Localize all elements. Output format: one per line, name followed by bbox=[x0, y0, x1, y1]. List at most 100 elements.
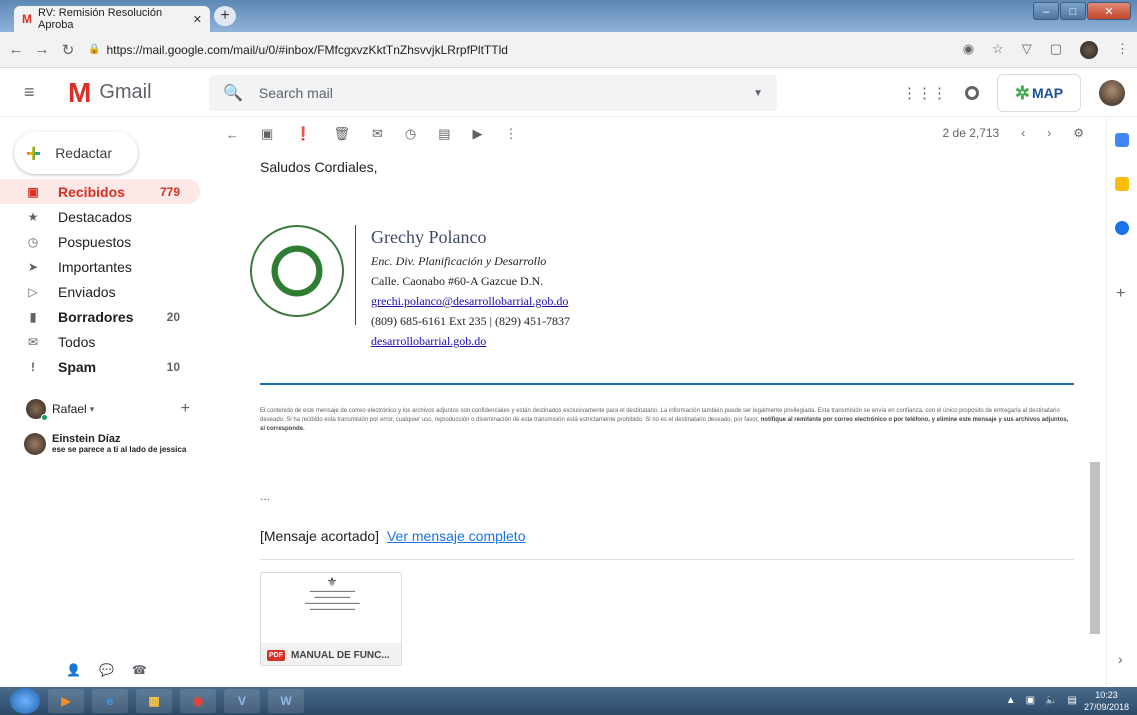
search-icon[interactable]: 🔍 bbox=[223, 83, 243, 103]
close-tab-icon[interactable]: ✕ bbox=[193, 13, 202, 26]
keep-icon[interactable] bbox=[1115, 177, 1129, 191]
label-icon[interactable]: ▶ bbox=[473, 126, 483, 142]
taskbar-clock[interactable]: 10:23 27/09/2018 bbox=[1084, 689, 1129, 713]
url-text: https://mail.google.com/mail/u/0/#inbox/… bbox=[106, 42, 508, 57]
important-icon: ➤ bbox=[27, 259, 39, 274]
newer-chevron-icon[interactable]: › bbox=[1047, 126, 1051, 140]
spam-count: 10 bbox=[166, 359, 180, 374]
forward-arrow-icon[interactable]: → bbox=[32, 41, 52, 58]
clock-icon: ◷ bbox=[27, 234, 39, 249]
close-window-button[interactable]: ✕ bbox=[1087, 2, 1131, 20]
draft-icon: ▮ bbox=[29, 309, 37, 324]
expand-panel-chevron-icon[interactable]: › bbox=[1118, 651, 1123, 667]
attachment-footer: PDF MANUAL DE FUNC... bbox=[261, 643, 401, 665]
chrome-icon[interactable]: ◉ bbox=[180, 689, 216, 713]
email-signature: Grechy Polanco Enc. Div. Planificación y… bbox=[250, 225, 1070, 365]
attachment-card[interactable]: ⚜ ━━━━━━━━━━━━━━━ ━━━━━━━━━━━━ ━━━━━━━━━━━… bbox=[260, 572, 402, 666]
organization-seal-logo bbox=[250, 225, 344, 317]
phone-icon[interactable]: ☎ bbox=[132, 663, 147, 677]
clock-date: 27/09/2018 bbox=[1083, 702, 1129, 712]
pocket-icon[interactable]: ▽ bbox=[1022, 41, 1032, 59]
file-explorer-icon[interactable]: ▦ bbox=[136, 689, 172, 713]
signature-email-link[interactable]: grechi.polanco@desarrollobarrial.gob.do bbox=[371, 294, 568, 308]
url-field[interactable]: 🔒 https://mail.google.com/mail/u/0/#inbo… bbox=[88, 43, 508, 57]
more-options-icon[interactable]: ⋮ bbox=[505, 126, 518, 142]
bookmark-star-icon[interactable]: ☆ bbox=[992, 41, 1004, 59]
maximize-button[interactable]: □ bbox=[1060, 2, 1086, 20]
menu-dots-icon[interactable]: ⋮ bbox=[1116, 41, 1129, 59]
archive-icon[interactable]: ▣ bbox=[261, 126, 273, 142]
gmail-logo-icon[interactable]: M bbox=[68, 77, 91, 109]
chevron-down-icon[interactable]: ▾ bbox=[90, 404, 95, 415]
browser-tab[interactable]: M RV: Remisión Resolución Aproba ✕ bbox=[14, 6, 210, 32]
tray-arrow-icon[interactable]: ▲ bbox=[1006, 695, 1016, 706]
header-right: ⋮⋮⋮ ✲ MAP bbox=[902, 74, 1125, 112]
sidebar-item-recibidos[interactable]: ▣ Recibidos 779 bbox=[0, 179, 200, 204]
extension-icon[interactable]: ▢ bbox=[1050, 41, 1062, 59]
hangouts-user[interactable]: Rafael ▾ + bbox=[26, 399, 190, 421]
back-to-inbox-icon[interactable]: ← bbox=[226, 127, 239, 142]
account-avatar[interactable] bbox=[1099, 80, 1125, 106]
media-player-icon[interactable]: ▶ bbox=[48, 689, 84, 713]
message-body: Saludos Cordiales, Grechy Polanco Enc. D… bbox=[210, 151, 1082, 687]
reload-icon[interactable]: ↻ bbox=[58, 41, 78, 59]
apps-grid-icon[interactable]: ⋮⋮⋮ bbox=[902, 84, 947, 102]
message-scrollbar[interactable] bbox=[1090, 462, 1100, 634]
unread-count: 779 bbox=[159, 184, 180, 199]
sidebar-item-pospuestos[interactable]: ◷ Pospuestos bbox=[0, 229, 200, 254]
sidebar-item-importantes[interactable]: ➤ Importantes bbox=[0, 254, 200, 279]
visio-icon[interactable]: V bbox=[224, 689, 260, 713]
calendar-icon[interactable] bbox=[1115, 133, 1129, 147]
start-button[interactable] bbox=[10, 688, 40, 714]
delete-icon[interactable]: 🗑 bbox=[333, 126, 350, 142]
compose-label: Redactar bbox=[55, 145, 112, 161]
sidebar-item-borradores[interactable]: ▮ Borradores 20 bbox=[0, 304, 200, 329]
main-menu-icon[interactable]: ≡ bbox=[24, 82, 46, 103]
older-chevron-icon[interactable]: ‹ bbox=[1021, 126, 1025, 140]
avatar bbox=[24, 433, 46, 455]
minimize-button[interactable]: – bbox=[1033, 2, 1059, 20]
map-org-logo[interactable]: ✲ MAP bbox=[997, 74, 1081, 112]
contacts-person-icon[interactable]: 👤 bbox=[66, 663, 81, 677]
chat-bubble-icon[interactable]: 💬 bbox=[99, 663, 114, 677]
attachment-preview-thumbnail: ⚜ ━━━━━━━━━━━━━━━ ━━━━━━━━━━━━ ━━━━━━━━━━━… bbox=[261, 573, 401, 643]
window-controls: – □ ✕ bbox=[1033, 2, 1131, 20]
signature-name: Grechy Polanco bbox=[371, 227, 487, 247]
notifications-icon[interactable] bbox=[965, 86, 979, 100]
search-options-icon[interactable]: ▼ bbox=[753, 88, 763, 99]
mark-unread-icon[interactable]: ✉ bbox=[372, 126, 383, 142]
new-tab-button[interactable]: + bbox=[214, 6, 236, 26]
tasks-icon[interactable] bbox=[1115, 221, 1129, 235]
report-spam-icon[interactable]: ❗ bbox=[295, 126, 311, 142]
sidebar-item-destacados[interactable]: ★ Destacados bbox=[0, 204, 200, 229]
sidebar-item-enviados[interactable]: ▷ Enviados bbox=[0, 279, 200, 304]
display-icon[interactable]: ▤ bbox=[1068, 695, 1077, 706]
view-full-message-link[interactable]: Ver mensaje completo bbox=[387, 528, 526, 544]
settings-gear-icon[interactable]: ⚙ bbox=[1073, 126, 1084, 140]
sidebar-item-spam[interactable]: ! Spam 10 bbox=[0, 354, 200, 379]
gmail-header: ≡ M Gmail 🔍 Search mail ▼ ⋮⋮⋮ ✲ MAP bbox=[0, 69, 1137, 117]
chat-contact[interactable]: Einstein Díaz ese se parece a ti al lado… bbox=[24, 433, 210, 455]
quoted-text-toggle[interactable]: ... bbox=[260, 489, 270, 503]
sidebar-item-todos[interactable]: ✉ Todos bbox=[0, 329, 200, 354]
internet-explorer-icon[interactable]: e bbox=[92, 689, 128, 713]
snooze-icon[interactable]: ◷ bbox=[405, 126, 416, 142]
signature-website-link[interactable]: desarrollobarrial.gob.do bbox=[371, 334, 486, 348]
volume-icon[interactable]: 🔈 bbox=[1045, 695, 1057, 706]
search-input[interactable]: 🔍 Search mail ▼ bbox=[209, 75, 777, 111]
new-chat-plus-icon[interactable]: + bbox=[181, 400, 190, 418]
back-arrow-icon[interactable]: ← bbox=[6, 41, 26, 58]
network-icon[interactable]: ▣ bbox=[1026, 695, 1035, 706]
eye-icon[interactable]: ◉ bbox=[963, 41, 974, 59]
seal-icon: ⚜ bbox=[326, 575, 338, 589]
compose-button[interactable]: + Redactar bbox=[14, 132, 138, 174]
sidebar-item-label: Recibidos bbox=[58, 183, 125, 200]
profile-avatar[interactable] bbox=[1080, 41, 1098, 59]
add-ons-plus-icon[interactable]: + bbox=[1116, 285, 1125, 303]
spam-icon: ! bbox=[31, 359, 35, 374]
move-to-icon[interactable]: ▤ bbox=[438, 126, 450, 142]
hangouts-tabs: 👤 💬 ☎ bbox=[66, 663, 147, 677]
word-icon[interactable]: W bbox=[268, 689, 304, 713]
sidebar: + Redactar ▣ Recibidos 779 ★ Destacados … bbox=[0, 117, 210, 687]
clock-time: 10:23 bbox=[1095, 690, 1118, 700]
